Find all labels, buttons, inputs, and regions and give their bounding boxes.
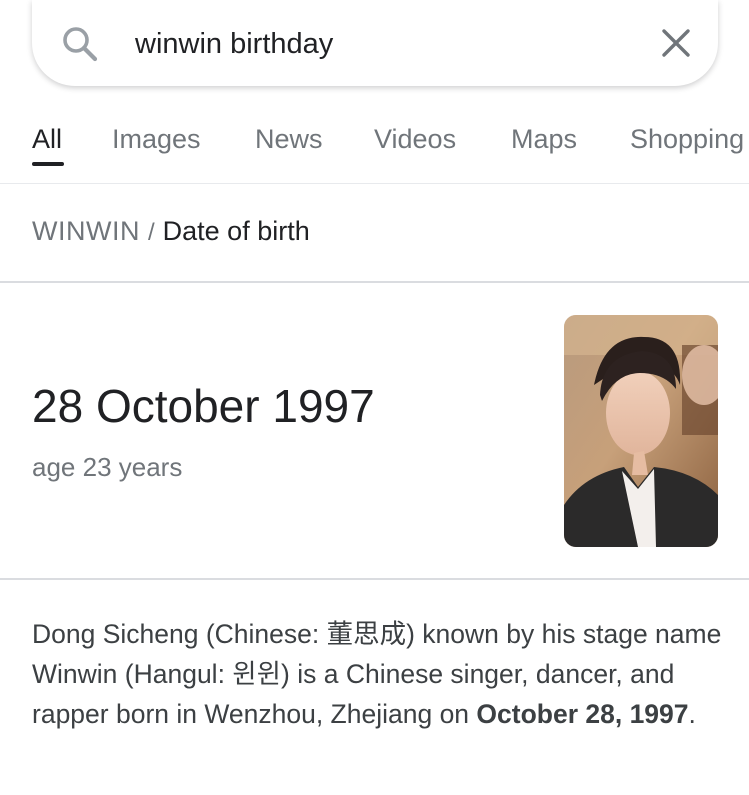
- entity-photo[interactable]: [564, 315, 718, 547]
- answer-date: 28 October 1997: [32, 380, 375, 432]
- tab-videos[interactable]: Videos: [374, 122, 456, 156]
- description-text: Dong Sicheng (Chinese: 董思成) known by his…: [32, 614, 722, 734]
- divider: [0, 578, 749, 580]
- tab-all[interactable]: All: [32, 122, 62, 156]
- breadcrumb-attribute: Date of birth: [162, 216, 310, 246]
- breadcrumb-entity-link[interactable]: WINWIN: [32, 216, 140, 246]
- answer-age: age 23 years: [32, 452, 183, 482]
- tab-images[interactable]: Images: [112, 122, 201, 156]
- search-input[interactable]: winwin birthday: [135, 24, 333, 64]
- description-highlight: October 28, 1997: [476, 699, 689, 729]
- tabs-divider: [0, 183, 749, 184]
- search-bar[interactable]: winwin birthday: [32, 0, 718, 86]
- search-tabs: All Images News Videos Maps Shopping: [0, 108, 749, 183]
- tab-news[interactable]: News: [255, 122, 323, 156]
- tab-maps[interactable]: Maps: [511, 122, 577, 156]
- breadcrumb-separator: /: [147, 219, 155, 246]
- description-end: .: [688, 699, 696, 729]
- search-icon[interactable]: [60, 24, 100, 64]
- breadcrumb: WINWIN / Date of birth: [32, 214, 310, 250]
- close-icon[interactable]: [660, 27, 692, 59]
- search-results-page: winwin birthday All Images News Videos M…: [0, 0, 749, 795]
- tab-shopping[interactable]: Shopping: [630, 122, 744, 156]
- active-tab-indicator: [32, 162, 64, 166]
- divider: [0, 281, 749, 283]
